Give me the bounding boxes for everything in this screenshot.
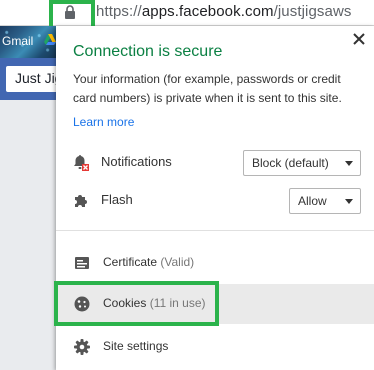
site-settings-menu-item[interactable]: Site settings <box>56 327 374 367</box>
certificate-label: Certificate (Valid) <box>103 255 194 269</box>
url-host: apps.facebook.com <box>141 3 274 20</box>
cookies-text: Cookies <box>103 296 147 310</box>
flash-select[interactable]: Allow <box>289 188 361 214</box>
cookies-label: Cookies (11 in use) <box>103 296 206 310</box>
chevron-down-icon <box>345 161 353 166</box>
url-scheme: https:// <box>96 3 142 20</box>
site-info-popup: Connection is secure Your information (f… <box>56 26 374 370</box>
bookmark-gmail[interactable]: Gmail <box>2 34 33 48</box>
certificate-status: (Valid) <box>160 255 195 269</box>
puzzle-piece-icon <box>75 195 87 207</box>
page-background <box>0 58 56 370</box>
close-icon[interactable] <box>352 32 366 46</box>
permission-row-flash: Flash Allow <box>56 188 374 214</box>
url-text[interactable]: https://apps.facebook.com/justjigsaws <box>96 3 352 20</box>
google-drive-icon[interactable] <box>43 33 57 47</box>
certificate-icon <box>75 257 89 269</box>
connection-status-title: Connection is secure <box>73 43 223 60</box>
site-settings-label: Site settings <box>103 339 169 353</box>
learn-more-link[interactable]: Learn more <box>73 115 134 129</box>
cookie-icon <box>74 296 90 312</box>
notifications-select-value: Block (default) <box>252 156 329 170</box>
connection-description: Your information (for example, passwords… <box>73 72 342 105</box>
cookies-count: (11 in use) <box>149 296 206 310</box>
permission-row-notifications: Notifications Block (default) <box>56 150 374 176</box>
notifications-label: Notifications <box>101 154 172 169</box>
cookies-menu-item[interactable]: Cookies (11 in use) <box>56 284 374 324</box>
certificate-text: Certificate <box>103 255 158 269</box>
flash-label: Flash <box>101 192 133 207</box>
divider <box>56 230 374 231</box>
notifications-select[interactable]: Block (default) <box>243 150 361 176</box>
gear-icon <box>74 339 90 355</box>
certificate-menu-item[interactable]: Certificate (Valid) <box>56 243 374 283</box>
url-path: /justjigsaws <box>273 3 352 20</box>
notification-blocked-icon <box>74 155 89 171</box>
flash-select-value: Allow <box>298 194 327 208</box>
chevron-down-icon <box>345 199 353 204</box>
